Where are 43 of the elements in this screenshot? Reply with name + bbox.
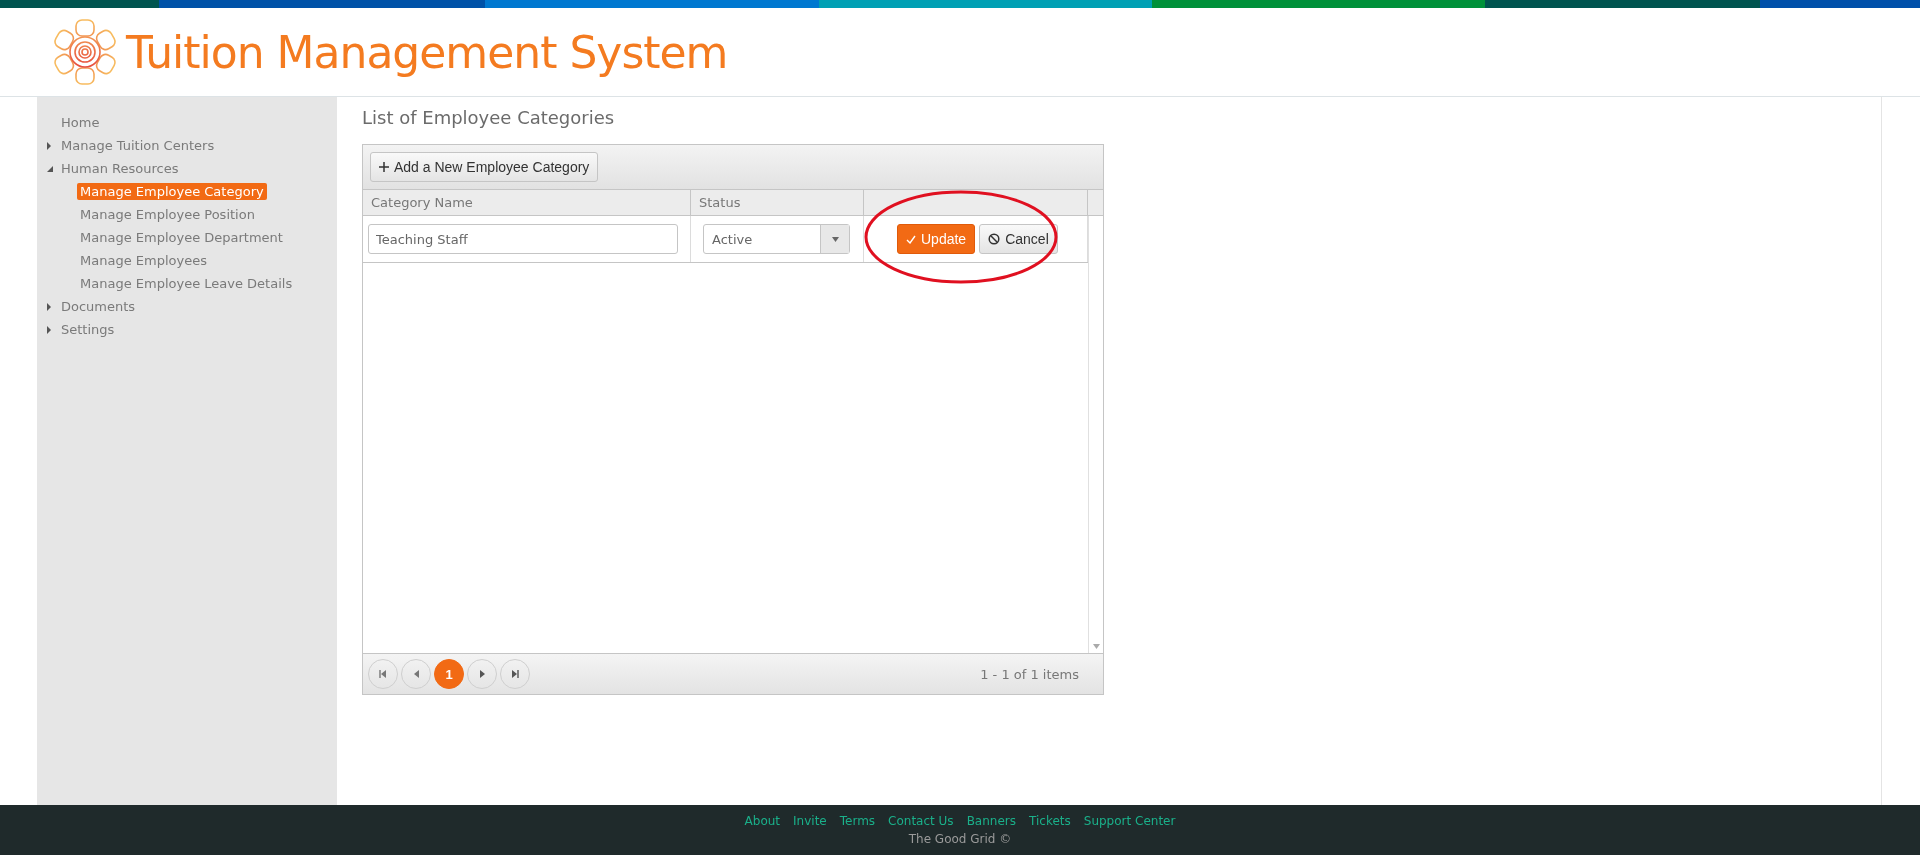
expanded-arrow-icon[interactable] [47, 165, 53, 172]
sidebar-subitem[interactable]: Manage Employee Department [77, 229, 286, 246]
sidebar-subitem[interactable]: Manage Employees [77, 252, 210, 269]
page-title: List of Employee Categories [362, 107, 616, 128]
update-button[interactable]: Update [897, 224, 976, 254]
sidebar-item[interactable]: Manage Tuition Centers [61, 138, 215, 153]
pager-info: 1 - 1 of 1 items [980, 666, 1079, 682]
sidebar-subitem[interactable]: Manage Employee Leave Details [77, 275, 296, 292]
footer-link[interactable]: Invite [793, 814, 827, 828]
sidebar-subitem[interactable]: Manage Employee Category [77, 183, 267, 200]
column-header[interactable]: Status [691, 190, 864, 215]
copyright-text: The Good Grid © [908, 832, 1012, 846]
sidebar-item[interactable]: Documents [61, 299, 136, 314]
sidebar-item[interactable]: Home [61, 115, 100, 130]
footer-link[interactable]: About [744, 814, 781, 828]
column-header[interactable]: Category Name [363, 190, 691, 215]
sidebar-subitem[interactable]: Manage Employee Position [77, 206, 258, 223]
collapsed-arrow-icon[interactable] [47, 141, 51, 150]
footer-link[interactable]: Tickets [1029, 814, 1071, 828]
site-title: Tuition Management System [126, 26, 728, 78]
status-dropdown[interactable]: Active [703, 224, 850, 254]
category-name-field[interactable]: Teaching Staff [368, 224, 678, 254]
footer-link[interactable]: Banners [966, 814, 1016, 828]
vertical-scrollbar[interactable] [1088, 216, 1103, 653]
last-page-icon [511, 670, 519, 678]
scroll-down-icon[interactable] [1092, 644, 1100, 649]
collapsed-arrow-icon[interactable] [47, 302, 51, 311]
sidebar-item[interactable]: Settings [61, 322, 115, 337]
cancel-icon [988, 233, 1001, 245]
footer-link[interactable]: Support Center [1083, 814, 1176, 828]
add-category-button[interactable]: Add a New Employee Category [370, 152, 599, 182]
first-page-icon [379, 670, 387, 678]
page-number-button[interactable]: 1 [434, 659, 464, 689]
checkmark-icon [906, 234, 916, 244]
footer-link[interactable]: Contact Us [888, 814, 954, 828]
next-page-icon [479, 670, 485, 678]
collapsed-arrow-icon[interactable] [47, 325, 51, 334]
previous-page-icon [413, 670, 419, 678]
cancel-button[interactable]: Cancel [979, 224, 1058, 254]
plus-icon [379, 162, 389, 172]
sidebar-item[interactable]: Human Resources [61, 161, 179, 176]
dropdown-arrow-icon [831, 236, 839, 242]
footer-link[interactable]: Terms [839, 814, 876, 828]
